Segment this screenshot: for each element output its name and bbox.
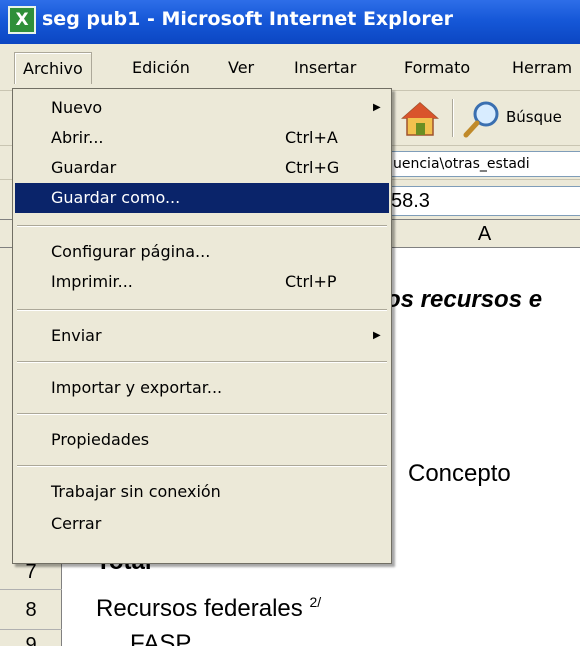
menu-item-trabajar-sin-conexion[interactable]: Trabajar sin conexión	[15, 477, 389, 507]
menu-item-importar-exportar[interactable]: Importar y exportar...	[15, 373, 389, 403]
menu-item-label: Trabajar sin conexión	[51, 482, 221, 501]
submenu-arrow-icon: ▶	[373, 102, 381, 113]
address-field[interactable]: uencia\otras_estadi	[390, 151, 580, 177]
search-icon[interactable]	[462, 99, 502, 139]
window-title: seg pub1 - Microsoft Internet Explorer	[42, 8, 453, 30]
menu-item-label: Abrir...	[51, 128, 104, 147]
menu-item-label: Guardar	[51, 158, 117, 177]
cell-recursos-federales: Recursos federales 2/	[96, 594, 321, 623]
menu-edicion[interactable]: Edición	[124, 52, 198, 84]
menu-separator	[17, 309, 387, 311]
cell-fasp: FASP	[130, 630, 192, 646]
menu-insertar[interactable]: Insertar	[286, 52, 364, 84]
menu-item-label: Guardar como...	[51, 188, 181, 207]
menu-herramientas[interactable]: Herram	[504, 52, 580, 84]
menu-bar: Archivo Edición Ver Insertar Formato Her…	[0, 44, 580, 91]
toolbar-separator	[452, 99, 454, 137]
menu-item-label: Configurar página...	[51, 242, 211, 261]
menu-separator	[17, 413, 387, 415]
title-bar: X seg pub1 - Microsoft Internet Explorer	[0, 0, 580, 44]
menu-item-guardar-como[interactable]: Guardar como...	[15, 183, 389, 213]
column-a-header[interactable]: A	[388, 220, 580, 248]
cell-recursos-federales-text: Recursos federales	[96, 595, 303, 622]
sheet-heading: os recursos e	[386, 286, 543, 313]
menu-item-nuevo[interactable]: Nuevo ▶	[15, 93, 389, 123]
menu-item-configurar-pagina[interactable]: Configurar página...	[15, 237, 389, 267]
menu-separator	[17, 361, 387, 363]
home-icon[interactable]	[400, 99, 440, 139]
menu-item-label: Importar y exportar...	[51, 378, 223, 397]
row-number[interactable]: 8	[0, 590, 62, 630]
menu-item-cerrar[interactable]: Cerrar	[15, 509, 389, 539]
menu-item-label: Cerrar	[51, 514, 102, 533]
menu-item-label: Nuevo	[51, 98, 103, 117]
menu-separator	[17, 465, 387, 467]
menu-item-guardar[interactable]: Guardar Ctrl+G	[15, 153, 389, 183]
menu-item-label: Enviar	[51, 326, 102, 345]
cell-concepto: Concepto	[408, 460, 511, 487]
menu-item-imprimir[interactable]: Imprimir... Ctrl+P	[15, 267, 389, 297]
footnote-marker: 2/	[309, 594, 322, 610]
submenu-arrow-icon: ▶	[373, 330, 381, 341]
menu-item-enviar[interactable]: Enviar ▶	[15, 321, 389, 351]
menu-item-abrir[interactable]: Abrir... Ctrl+A	[15, 123, 389, 153]
menu-separator	[17, 225, 387, 227]
row-number[interactable]: 9	[0, 630, 62, 646]
menu-archivo[interactable]: Archivo	[14, 52, 92, 84]
menu-item-shortcut: Ctrl+G	[285, 158, 340, 177]
menu-item-label: Imprimir...	[51, 272, 133, 291]
menu-ver[interactable]: Ver	[220, 52, 262, 84]
menu-formato[interactable]: Formato	[396, 52, 478, 84]
excel-icon: X	[8, 6, 36, 34]
menu-item-shortcut: Ctrl+A	[285, 128, 338, 147]
cell-value-field[interactable]: 58.3	[388, 186, 580, 216]
menu-item-label: Propiedades	[51, 430, 150, 449]
search-button-label[interactable]: Búsque	[506, 108, 562, 126]
menu-item-propiedades[interactable]: Propiedades	[15, 425, 389, 455]
menu-item-shortcut: Ctrl+P	[285, 272, 337, 291]
archivo-menu: Nuevo ▶ Abrir... Ctrl+A Guardar Ctrl+G G…	[12, 88, 392, 564]
